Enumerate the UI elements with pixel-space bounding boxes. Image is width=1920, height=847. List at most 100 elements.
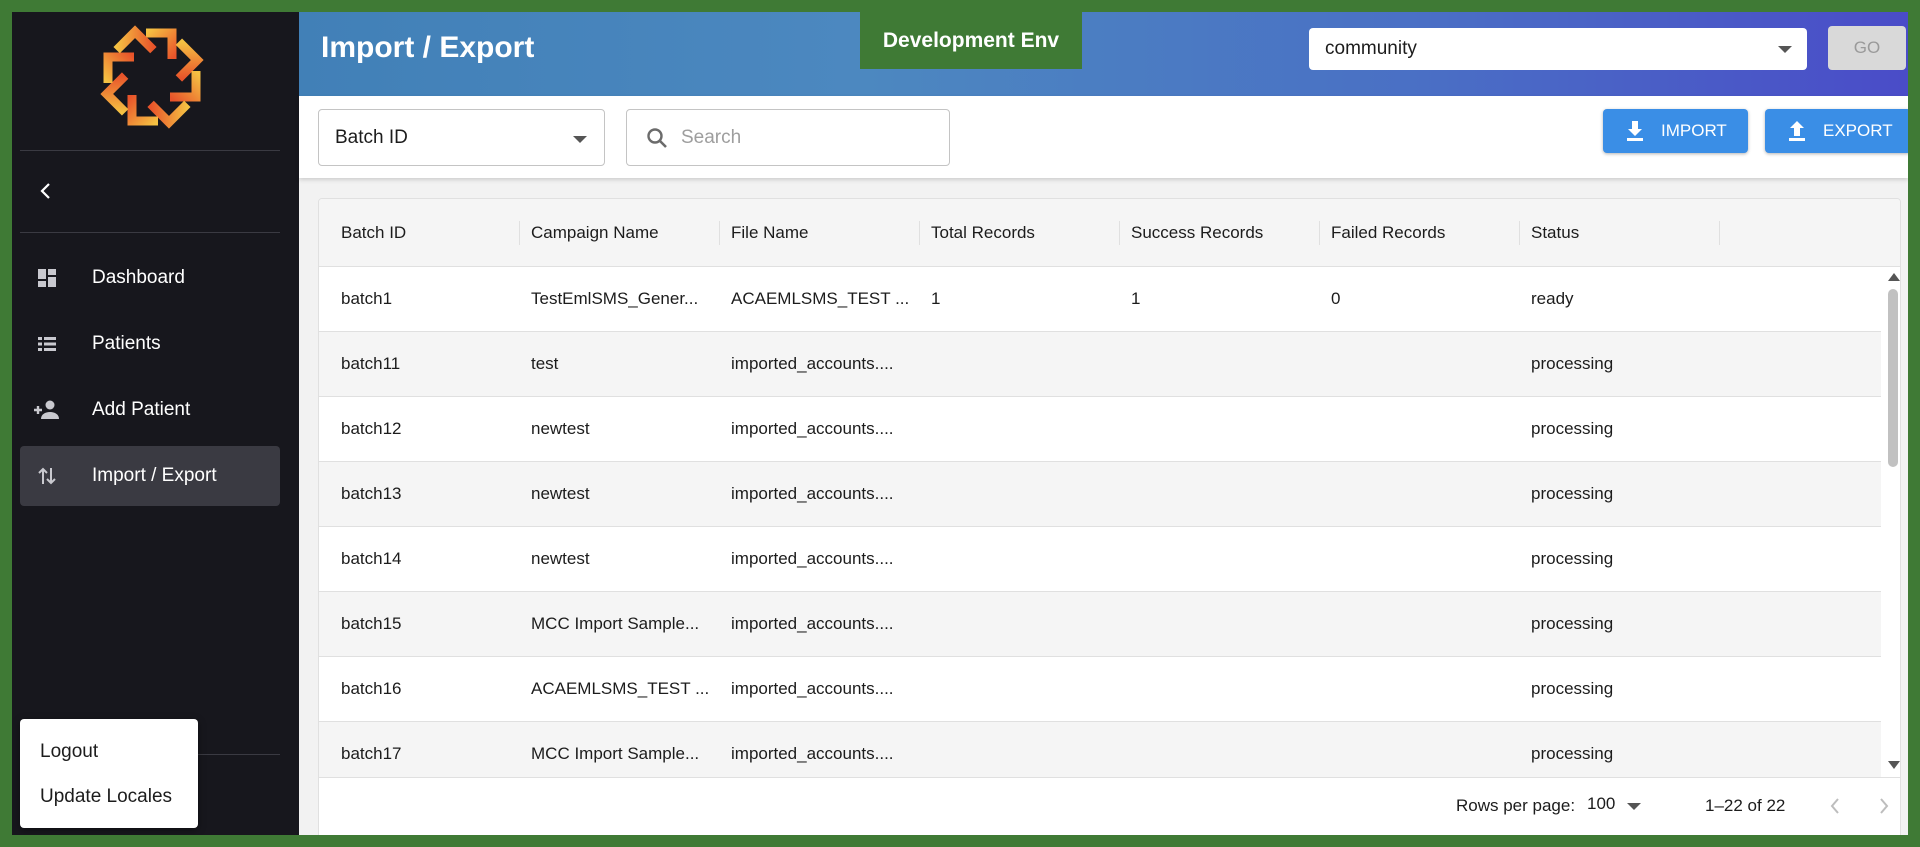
search-icon <box>645 126 669 150</box>
table-row[interactable]: batch13 newtest imported_accounts.... pr… <box>319 462 1881 527</box>
caret-down-icon <box>1778 46 1792 53</box>
table-row[interactable]: batch11 test imported_accounts.... proce… <box>319 332 1881 397</box>
sidebar-item-import-export[interactable]: Import / Export <box>20 446 280 506</box>
cell-status: processing <box>1531 484 1614 503</box>
column-header-campaign-name[interactable]: Campaign Name <box>519 199 719 267</box>
cell-success-records <box>1119 332 1319 396</box>
cell-batch-id: batch14 <box>341 549 402 568</box>
swap-vert-icon <box>32 461 62 491</box>
env-badge: Development Env <box>860 12 1082 69</box>
sidebar-item-label: Patients <box>92 333 161 354</box>
cell-campaign-name: MCC Import Sample... <box>531 744 700 763</box>
cell-batch-id: batch1 <box>341 289 393 308</box>
sidebar-item-label: Dashboard <box>92 267 185 288</box>
cell-success-records <box>1119 657 1319 721</box>
cell-success-records <box>1119 462 1319 526</box>
sidebar-divider <box>20 232 280 233</box>
cell-total-records: 1 <box>931 289 941 308</box>
column-header-success-records[interactable]: Success Records <box>1119 199 1319 267</box>
sidebar: Dashboard Patients Add Patient Import / … <box>12 12 299 835</box>
cell-campaign-name: newtest <box>531 419 590 438</box>
chevron-left-icon <box>40 183 50 199</box>
cell-failed-records <box>1319 332 1519 396</box>
cell-file-name: imported_accounts.... <box>731 549 894 568</box>
cell-file-name: imported_accounts.... <box>731 744 894 763</box>
table-pagination: Rows per page: 100 1–22 of 22 <box>319 777 1900 835</box>
sidebar-item-label: Import / Export <box>92 465 217 486</box>
cell-total-records <box>919 462 1119 526</box>
previous-page-button[interactable] <box>1819 790 1851 822</box>
export-button[interactable]: EXPORT <box>1765 109 1908 153</box>
pagination-range: 1–22 of 22 <box>1705 796 1786 815</box>
cell-success-records <box>1119 722 1319 777</box>
top-header: Import / Export Development Env communit… <box>299 12 1908 96</box>
table-row[interactable]: batch15 MCC Import Sample... imported_ac… <box>319 592 1881 657</box>
table-row[interactable]: batch17 MCC Import Sample... imported_ac… <box>319 722 1881 777</box>
search-input[interactable] <box>681 126 921 149</box>
rows-per-page-value: 100 <box>1587 794 1616 813</box>
column-header-failed-records[interactable]: Failed Records <box>1319 199 1519 267</box>
page-title: Import / Export <box>321 31 535 64</box>
scrollbar-thumb[interactable] <box>1888 289 1898 467</box>
scroll-up-arrow-icon[interactable] <box>1888 273 1900 281</box>
collapse-sidebar-button[interactable] <box>32 177 60 205</box>
rows-per-page-select[interactable]: 100 <box>1587 794 1647 820</box>
cell-file-name: imported_accounts.... <box>731 484 894 503</box>
table-row[interactable]: batch1 TestEmlSMS_Gener... ACAEMLSMS_TES… <box>319 267 1881 332</box>
cell-campaign-name: TestEmlSMS_Gener... <box>531 289 699 308</box>
cell-status: processing <box>1531 744 1614 763</box>
cell-batch-id: batch15 <box>341 614 402 633</box>
table-row[interactable]: batch14 newtest imported_accounts.... pr… <box>319 527 1881 592</box>
cell-success-records <box>1119 397 1319 461</box>
cell-total-records <box>919 722 1119 777</box>
column-header-batch-id[interactable]: Batch ID <box>329 199 519 267</box>
cell-failed-records <box>1319 722 1519 777</box>
sidebar-divider <box>198 754 280 755</box>
chevron-right-icon <box>1880 798 1889 814</box>
sidebar-item-dashboard[interactable]: Dashboard <box>20 248 280 308</box>
cell-batch-id: batch13 <box>341 484 402 503</box>
org-select-value: community <box>1325 38 1417 59</box>
caret-down-icon <box>1627 803 1641 810</box>
cell-batch-id: batch16 <box>341 679 402 698</box>
cell-status: processing <box>1531 679 1614 698</box>
table-row[interactable]: batch12 newtest imported_accounts.... pr… <box>319 397 1881 462</box>
column-header-file-name[interactable]: File Name <box>719 199 919 267</box>
cell-campaign-name: newtest <box>531 549 590 568</box>
cell-file-name: imported_accounts.... <box>731 679 894 698</box>
cell-campaign-name: newtest <box>531 484 590 503</box>
list-icon <box>32 329 62 359</box>
org-select[interactable]: community <box>1309 28 1807 70</box>
sidebar-item-add-patient[interactable]: Add Patient <box>20 380 280 440</box>
table-row[interactable]: batch16 ACAEMLSMS_TEST ... imported_acco… <box>319 657 1881 722</box>
cell-failed-records <box>1319 657 1519 721</box>
cell-file-name: ACAEMLSMS_TEST ... <box>731 289 910 308</box>
sidebar-divider <box>20 150 280 151</box>
cell-success-records <box>1119 527 1319 591</box>
cell-file-name: imported_accounts.... <box>731 419 894 438</box>
sidebar-item-patients[interactable]: Patients <box>20 314 280 374</box>
cell-success-records: 1 <box>1131 289 1141 308</box>
go-button[interactable]: GO <box>1828 26 1906 70</box>
export-button-label: EXPORT <box>1823 121 1893 140</box>
batches-table: Batch ID Campaign Name File Name Total R… <box>318 198 1901 835</box>
column-header-status[interactable]: Status <box>1519 199 1719 267</box>
table-scrollbar[interactable] <box>1886 267 1900 777</box>
cell-failed-records <box>1319 592 1519 656</box>
search-field[interactable] <box>626 109 950 166</box>
cell-campaign-name: MCC Import Sample... <box>531 614 700 633</box>
user-menu-popup: Logout Update Locales <box>20 719 198 828</box>
cell-status: processing <box>1531 419 1614 438</box>
update-locales-menu-item[interactable]: Update Locales <box>20 776 198 821</box>
logout-menu-item[interactable]: Logout <box>20 731 198 776</box>
scroll-down-arrow-icon[interactable] <box>1888 761 1900 769</box>
cell-file-name: imported_accounts.... <box>731 354 894 373</box>
cell-total-records <box>919 527 1119 591</box>
cell-failed-records: 0 <box>1331 289 1341 308</box>
toolbar: Batch ID IMPORT EXPORT <box>299 96 1908 178</box>
column-header-total-records[interactable]: Total Records <box>919 199 1119 267</box>
caret-down-icon <box>573 136 587 143</box>
next-page-button[interactable] <box>1868 790 1900 822</box>
import-button[interactable]: IMPORT <box>1603 109 1748 153</box>
filter-field-select[interactable]: Batch ID <box>318 109 605 166</box>
